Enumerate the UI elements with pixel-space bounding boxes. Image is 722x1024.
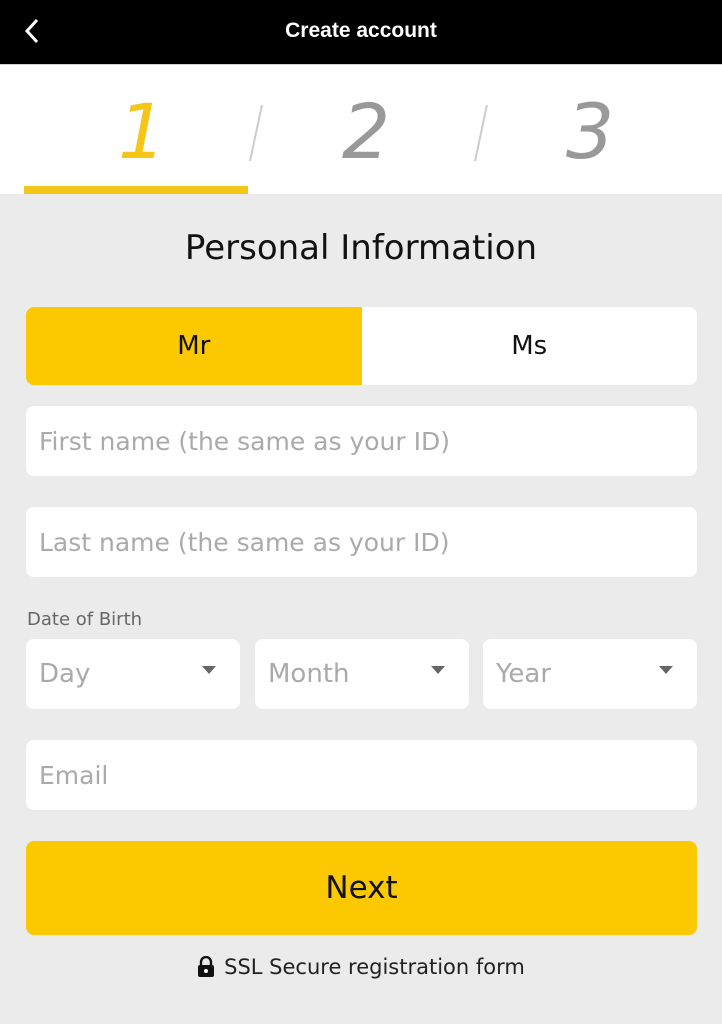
active-step-underline — [24, 186, 248, 194]
caret-down-icon — [659, 666, 673, 674]
year-select[interactable]: Year — [483, 639, 697, 709]
step-separator — [249, 105, 263, 161]
ssl-note: SSL Secure registration form — [0, 955, 722, 979]
gender-toggle: Mr Ms — [26, 307, 697, 385]
caret-down-icon — [431, 666, 445, 674]
step-separator — [474, 105, 488, 161]
month-select-value: Month — [268, 659, 350, 689]
dob-label: Date of Birth — [27, 609, 143, 630]
step-indicator: 1 2 3 — [0, 64, 722, 194]
ssl-note-text: SSL Secure registration form — [224, 955, 525, 979]
caret-down-icon — [202, 666, 216, 674]
next-button[interactable]: Next — [26, 841, 697, 935]
year-select-value: Year — [496, 659, 552, 689]
lock-icon — [198, 956, 215, 977]
step-3[interactable]: 3 — [540, 87, 640, 177]
month-select[interactable]: Month — [255, 639, 469, 709]
top-bar: Create account — [0, 0, 722, 64]
page-title: Create account — [285, 19, 437, 42]
day-select-value: Day — [39, 659, 91, 689]
last-name-input[interactable]: Last name (the same as your ID) — [26, 507, 697, 577]
gender-option-mr[interactable]: Mr — [26, 307, 362, 385]
step-2[interactable]: 2 — [316, 87, 416, 177]
section-heading: Personal Information — [184, 228, 538, 268]
gender-option-ms[interactable]: Ms — [362, 307, 698, 385]
first-name-input[interactable]: First name (the same as your ID) — [26, 406, 697, 476]
email-input[interactable]: Email — [26, 740, 697, 810]
day-select[interactable]: Day — [26, 639, 240, 709]
step-1[interactable]: 1 — [92, 87, 192, 177]
